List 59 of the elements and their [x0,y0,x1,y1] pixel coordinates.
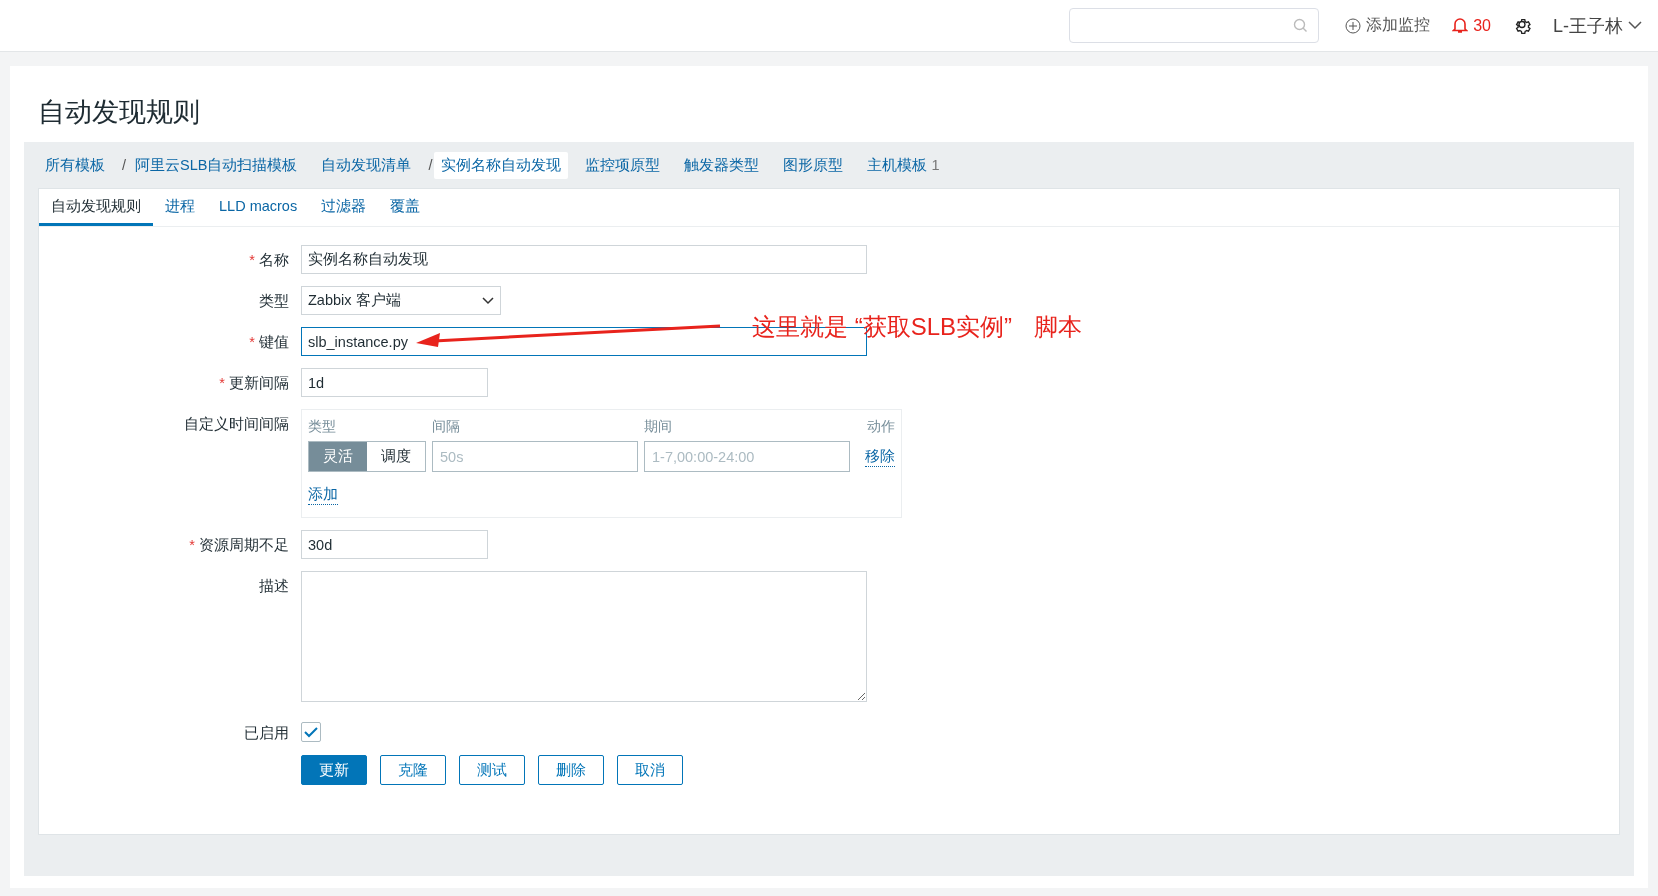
breadcrumb-link[interactable]: 监控项原型 [578,151,668,179]
field-label: 名称 [259,251,289,270]
add-link[interactable]: 添加 [308,485,338,505]
breadcrumb-link[interactable]: 图形原型 [776,151,851,179]
bell-icon [1452,17,1469,34]
field-label: 描述 [259,577,289,596]
annotation-text: 脚本 [1034,312,1082,342]
action-button[interactable]: 删除 [538,755,604,785]
alert-count[interactable]: 30 [1452,16,1491,35]
breadcrumb-separator: / [428,157,433,173]
action-button[interactable]: 取消 [617,755,683,785]
field-label: 类型 [259,292,289,311]
search-field[interactable] [1069,8,1320,43]
field-label: 更新间隔 [229,374,289,393]
search-icon [1293,18,1309,33]
type-dropdown[interactable]: Zabbix 客户端 [301,286,501,315]
tab[interactable]: LLD macros [207,189,310,226]
tab[interactable]: 过滤器 [309,189,379,226]
plus-circle-icon [1345,17,1362,34]
field-label: 键值 [259,333,289,352]
tab[interactable]: 覆盖 [378,189,433,226]
required-mark: * [249,252,255,268]
breadcrumb-link[interactable]: 主机模板 1 [860,151,947,179]
breadcrumb-link[interactable]: 触发器类型 [677,151,767,179]
column-header: 间隔 [432,418,461,436]
breadcrumb-separator: / [122,157,127,173]
column-header: 类型 [308,418,337,436]
add-monitor-link[interactable]: 添加监控 [1345,15,1431,36]
action-button[interactable]: 更新 [301,755,367,785]
required-mark: * [189,537,195,553]
action-button[interactable]: 测试 [459,755,525,785]
description-field[interactable] [301,571,867,702]
tab[interactable]: 进程 [153,189,207,226]
chevron-icon [1628,21,1642,30]
required-mark: * [219,375,225,391]
tab[interactable]: 自动发现规则 [39,189,153,226]
field-label: 已启用 [244,724,289,743]
settings-icon[interactable] [1513,16,1531,35]
user-menu[interactable]: L-王子林 [1553,13,1642,38]
field-label: 自定义时间间隔 [184,415,289,434]
page-title: 自动发现规则 [37,96,201,129]
remove-link[interactable]: 移除 [865,446,895,467]
breadcrumb-link[interactable]: 实例名称自动发现 [434,151,569,179]
period-field[interactable]: 1-7,00:00-24:00 [644,441,850,472]
breadcrumb-link[interactable]: 阿里云SLB自动扫描模板 [128,151,305,179]
checkbox[interactable] [301,722,321,742]
text-field[interactable]: 30d [301,530,488,559]
interval-field[interactable]: 50s [432,441,638,472]
required-mark: * [249,334,255,350]
column-header: 动作 [867,418,895,436]
chevron-icon [482,296,494,305]
breadcrumb-link[interactable]: 所有模板 [38,151,112,179]
text-field[interactable]: 1d [301,368,488,397]
breadcrumb-link[interactable]: 自动发现清单 [314,151,419,179]
field-label: 资源周期不足 [199,536,289,555]
text-field[interactable]: 实例名称自动发现 [301,245,867,274]
action-button[interactable]: 克隆 [380,755,446,785]
mode-toggle[interactable]: 灵活 [309,442,367,471]
column-header: 期间 [644,418,673,436]
